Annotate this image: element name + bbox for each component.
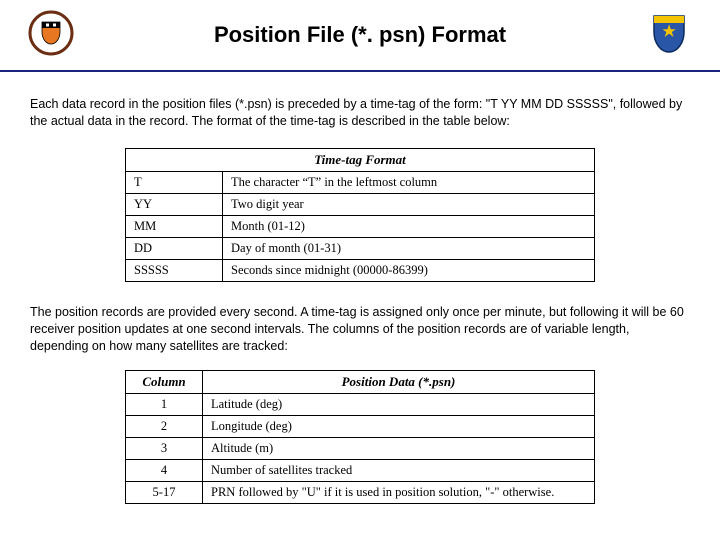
pd-desc: PRN followed by "U" if it is used in pos…: [203, 482, 595, 504]
pd-col: 2: [126, 416, 203, 438]
pd-col: 4: [126, 460, 203, 482]
page-title: Position File (*. psn) Format: [214, 22, 506, 48]
tt-field: YY: [126, 193, 223, 215]
pd-desc: Longitude (deg): [203, 416, 595, 438]
tt-field: MM: [126, 215, 223, 237]
position-records-paragraph: The position records are provided every …: [30, 304, 690, 355]
pd-col: 3: [126, 438, 203, 460]
time-tag-format-table: Time-tag Format T The character “T” in t…: [125, 148, 595, 282]
pd-col: 1: [126, 394, 203, 416]
table-row: SSSSS Seconds since midnight (00000-8639…: [126, 259, 595, 281]
table2-header-col2: Position Data (*.psn): [203, 371, 595, 394]
pd-col: 5-17: [126, 482, 203, 504]
tt-desc: Month (01-12): [223, 215, 595, 237]
table-row: 1 Latitude (deg): [126, 394, 595, 416]
tt-field: T: [126, 171, 223, 193]
slide-header: Position File (*. psn) Format: [0, 0, 720, 72]
position-data-table: Column Position Data (*.psn) 1 Latitude …: [125, 370, 595, 504]
pd-desc: Altitude (m): [203, 438, 595, 460]
tt-desc: The character “T” in the leftmost column: [223, 171, 595, 193]
table-row: 5-17 PRN followed by "U" if it is used i…: [126, 482, 595, 504]
tt-desc: Seconds since midnight (00000-86399): [223, 259, 595, 281]
table-row: YY Two digit year: [126, 193, 595, 215]
intro-paragraph: Each data record in the position files (…: [30, 96, 690, 130]
air-force-shield-icon: [646, 10, 692, 56]
table1-header: Time-tag Format: [126, 148, 595, 171]
table-row: 2 Longitude (deg): [126, 416, 595, 438]
tt-desc: Two digit year: [223, 193, 595, 215]
slide-body: Each data record in the position files (…: [0, 72, 720, 504]
tt-desc: Day of month (01-31): [223, 237, 595, 259]
table-row: MM Month (01-12): [126, 215, 595, 237]
table2-header-col1: Column: [126, 371, 203, 394]
pd-desc: Latitude (deg): [203, 394, 595, 416]
table-row: T The character “T” in the leftmost colu…: [126, 171, 595, 193]
pd-desc: Number of satellites tracked: [203, 460, 595, 482]
table-row: 3 Altitude (m): [126, 438, 595, 460]
princeton-shield-icon: [28, 10, 74, 56]
table-row: DD Day of month (01-31): [126, 237, 595, 259]
table-row: 4 Number of satellites tracked: [126, 460, 595, 482]
tt-field: DD: [126, 237, 223, 259]
tt-field: SSSSS: [126, 259, 223, 281]
